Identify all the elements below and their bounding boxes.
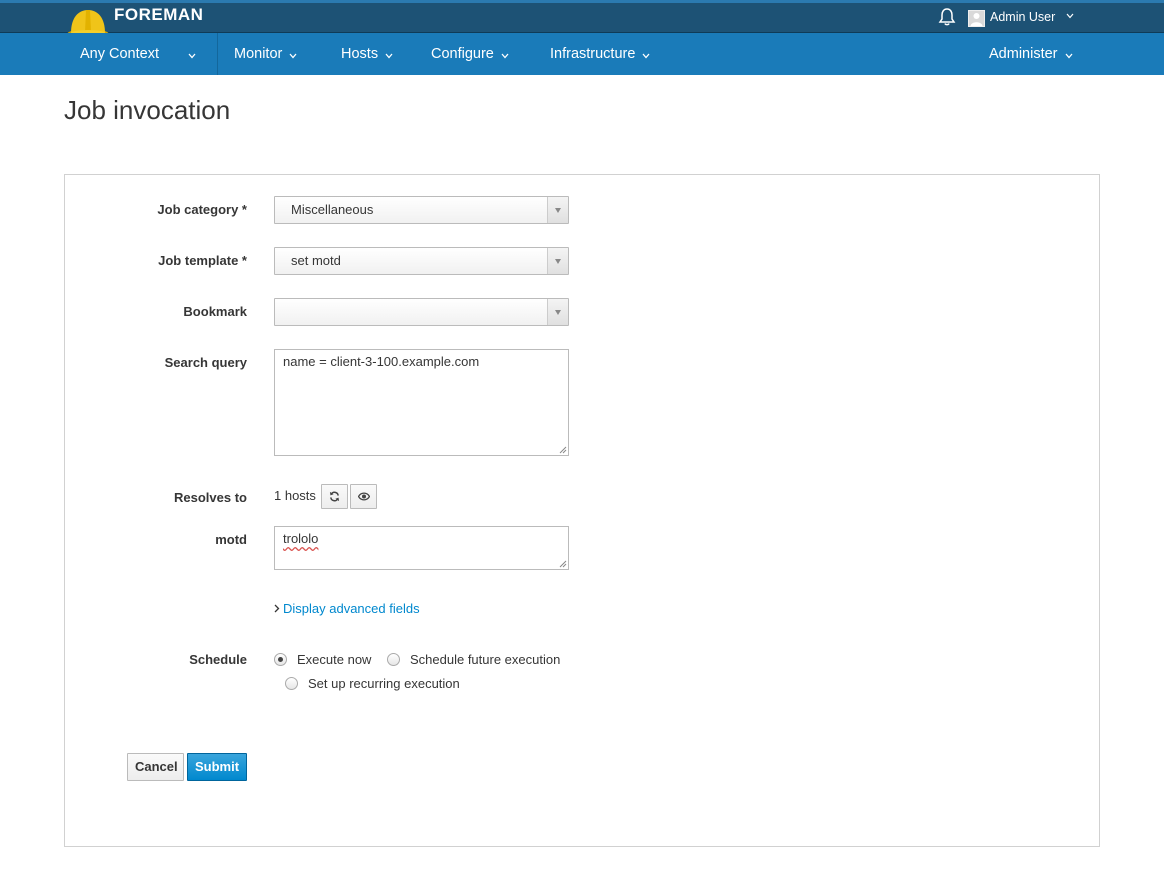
search-query-label: Search query [164,355,247,370]
submit-button[interactable]: Submit [187,753,247,781]
preview-hosts-button[interactable] [350,484,377,509]
resize-grip-icon[interactable] [559,446,567,454]
nav-infrastructure-label: Infrastructure [550,46,636,62]
cancel-button[interactable]: Cancel [127,753,184,781]
context-selector[interactable]: Any Context [80,33,197,75]
brand-name[interactable]: FOREMAN [114,5,203,25]
page-title: Job invocation [64,95,231,125]
nav-configure-label: Configure [431,46,494,62]
user-menu-label[interactable]: Admin User [990,10,1055,24]
motd-input[interactable]: trololo [274,526,569,570]
chevron-down-icon [642,53,650,58]
chevron-down-icon [501,53,509,58]
nav-administer-label: Administer [989,46,1058,62]
radio-future-execution[interactable] [387,653,400,666]
recurring-execution-label: Set up recurring execution [308,676,460,691]
context-label: Any Context [80,46,159,62]
schedule-future-execution[interactable]: Schedule future execution [387,652,560,667]
nav-divider [217,33,218,75]
nav-hosts[interactable]: Hosts [341,33,394,75]
radio-execute-now[interactable] [274,653,287,666]
chevron-right-icon [274,604,280,613]
search-query-input[interactable]: name = client-3-100.example.com [274,349,569,456]
execute-now-label: Execute now [297,652,372,667]
job-category-value: Miscellaneous [291,202,374,217]
dropdown-arrow-icon[interactable] [547,248,568,274]
chevron-down-icon [289,53,297,58]
schedule-execute-now[interactable]: Execute now [274,652,371,667]
nav-hosts-label: Hosts [341,46,379,62]
schedule-label: Schedule [189,652,247,667]
eye-icon [357,492,370,501]
nav-monitor-label: Monitor [234,46,283,62]
foreman-logo[interactable] [66,3,110,39]
bookmark-label: Bookmark [183,304,247,319]
resolves-to-label: Resolves to [174,490,247,505]
search-query-value: name = client-3-100.example.com [283,354,480,369]
chevron-down-icon [385,53,393,58]
schedule-recurring-execution[interactable]: Set up recurring execution [285,676,460,691]
display-advanced-fields-link[interactable]: Display advanced fields [274,601,420,616]
resize-grip-icon[interactable] [559,560,567,568]
motd-value: trololo [283,531,319,546]
job-category-select[interactable]: Miscellaneous [274,196,569,224]
job-template-value: set motd [291,253,341,268]
job-invocation-form [64,174,1100,847]
display-advanced-fields-label: Display advanced fields [283,601,420,616]
dropdown-arrow-icon[interactable] [547,197,568,223]
resolved-hosts-count: 1 hosts [274,488,316,503]
bookmark-select[interactable] [274,298,569,326]
nav-infrastructure[interactable]: Infrastructure [550,33,651,75]
refresh-button[interactable] [321,484,348,509]
main-nav: Any Context Monitor Hosts Configure Infr… [0,33,1164,75]
notification-bell-icon[interactable] [937,7,957,27]
job-template-select[interactable]: set motd [274,247,569,275]
nav-configure[interactable]: Configure [431,33,510,75]
job-template-label: Job template * [158,253,247,268]
user-icon [970,13,983,26]
job-category-label: Job category * [157,202,247,217]
user-avatar[interactable] [968,10,985,27]
top-bar: FOREMAN Admin User [0,0,1164,39]
chevron-down-icon [188,53,196,58]
nav-administer[interactable]: Administer [989,33,1074,75]
radio-recurring-execution[interactable] [285,677,298,690]
motd-label: motd [215,532,247,547]
dropdown-arrow-icon[interactable] [547,299,568,325]
refresh-icon [329,491,340,502]
chevron-down-icon[interactable] [1065,11,1075,21]
future-execution-label: Schedule future execution [410,652,561,667]
nav-monitor[interactable]: Monitor [234,33,298,75]
chevron-down-icon [1065,53,1072,58]
